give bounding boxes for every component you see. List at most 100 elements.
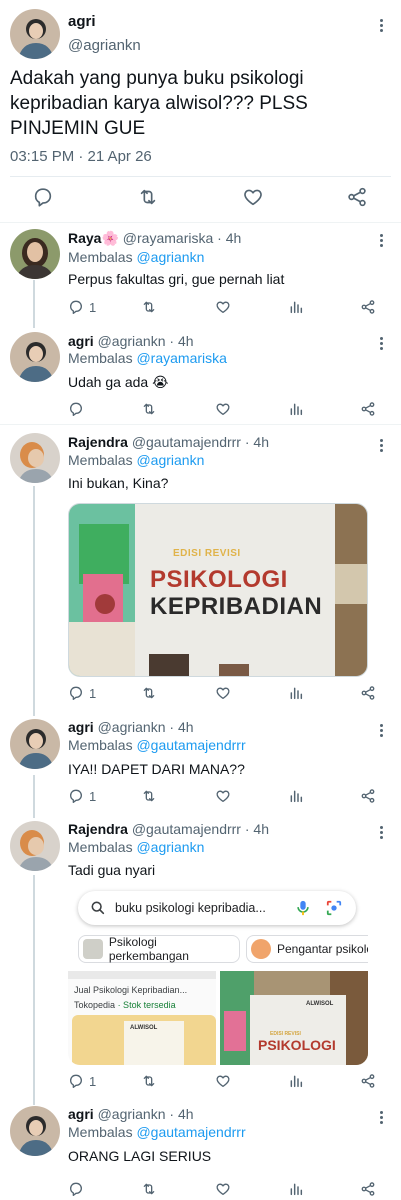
replying-label: Membalas [68,839,137,855]
avatar[interactable] [10,1106,60,1156]
avatar[interactable] [10,433,60,483]
more-icon[interactable] [380,437,383,454]
share-icon[interactable] [360,1073,376,1089]
tweet-actions: 1 [68,788,383,806]
heart-icon[interactable] [215,685,231,701]
reply-button[interactable]: 1 [68,299,96,315]
reply-icon[interactable] [68,1181,84,1197]
more-icon[interactable] [380,1109,383,1126]
tweet-time[interactable]: · 4h [169,333,193,349]
heart-icon[interactable] [215,1181,231,1197]
author-name[interactable]: agri [68,333,94,349]
result-image: ALWISOL [72,1015,216,1065]
more-icon[interactable] [380,335,383,352]
reply-count: 1 [89,685,97,701]
share-icon[interactable] [360,788,376,804]
author-handle[interactable]: @agriankn [98,719,166,735]
views-icon[interactable] [288,1181,304,1197]
heart-icon[interactable] [215,1073,231,1089]
retweet-icon[interactable] [141,1181,157,1197]
retweet-icon[interactable] [141,299,157,315]
replying-label: Membalas [68,350,137,366]
reply-icon [70,1074,82,1088]
avatar[interactable] [10,9,60,59]
tweet-photo[interactable]: buku psikologi kepribadia... Psikologi p… [68,885,368,1065]
reply-icon[interactable] [32,186,54,208]
tweet-time[interactable]: · 4h [245,821,269,837]
tweet-text: IYA!! DAPET DARI MANA?? [68,761,245,777]
tweet-time[interactable]: · 4h [169,1106,193,1122]
author-name[interactable]: agri [68,13,96,30]
heart-icon[interactable] [215,401,231,417]
share-icon[interactable] [360,401,376,417]
tweet-time[interactable]: · 4h [217,230,241,246]
replying-label: Membalas [68,1124,137,1140]
thread-line [33,775,35,818]
author-name[interactable]: Rajendra [68,821,128,837]
share-icon[interactable] [360,685,376,701]
avatar[interactable] [10,821,60,871]
reply-button[interactable]: 1 [68,1073,96,1089]
author-handle[interactable]: @agriankn [68,37,141,54]
thread-line [33,280,35,328]
views-icon[interactable] [288,1073,304,1089]
heart-icon[interactable] [215,788,231,804]
retweet-icon[interactable] [141,401,157,417]
mention-link[interactable]: @gautamajendrrr [136,1124,245,1140]
author-handle[interactable]: @gautamajendrrr [132,821,241,837]
mention-link[interactable]: @agriankn [136,839,204,855]
retweet-icon[interactable] [137,186,159,208]
author-handle[interactable]: @agriankn [98,1106,166,1122]
more-icon[interactable] [380,232,383,249]
reply-count: 1 [89,1073,97,1089]
share-icon[interactable] [360,299,376,315]
tweet-time[interactable]: · 4h [245,434,269,450]
reply-count: 1 [89,788,97,804]
heart-icon[interactable] [215,299,231,315]
heart-icon[interactable] [242,186,264,208]
retweet-icon[interactable] [141,685,157,701]
tweet-text: Udah ga ada 😭 [68,374,169,390]
retweet-icon[interactable] [141,788,157,804]
mention-link[interactable]: @rayamariska [136,350,226,366]
author-handle[interactable]: @rayamariska [123,230,213,246]
author-handle[interactable]: @agriankn [98,333,166,349]
result-card: ALWISOL EDISI REVISI PSIKOLOGI [220,971,368,1065]
tweet-actions: 1 [68,1073,383,1091]
mention-link[interactable]: @agriankn [136,452,204,468]
retweet-icon[interactable] [141,1073,157,1089]
views-icon[interactable] [288,685,304,701]
more-icon[interactable] [380,824,383,841]
search-query: buku psikologi kepribadia... [115,901,266,915]
views-icon[interactable] [288,299,304,315]
author-name[interactable]: agri [68,1106,94,1122]
share-icon[interactable] [360,1181,376,1197]
more-icon[interactable] [380,17,383,34]
author-handle[interactable]: @gautamajendrrr [132,434,241,450]
book-title-line-1: PSIKOLOGI [150,566,288,593]
avatar[interactable] [10,229,60,279]
tweet-text: Perpus fakultas gri, gue pernah liat [68,271,285,287]
more-icon[interactable] [380,722,383,739]
reply-icon[interactable] [68,401,84,417]
tweet-timestamp[interactable]: 03:15 PM · 21 Apr 26 [10,148,152,165]
search-icon [91,901,105,915]
author-name[interactable]: Rajendra [68,434,128,450]
mention-link[interactable]: @agriankn [136,249,204,265]
views-icon[interactable] [288,788,304,804]
avatar[interactable] [10,719,60,769]
author-name[interactable]: agri [68,719,94,735]
tweet-actions [68,401,383,419]
result-book-author: ALWISOL [306,1001,334,1007]
reply-button[interactable]: 1 [68,685,96,701]
views-icon[interactable] [288,401,304,417]
share-icon[interactable] [346,186,368,208]
mention-link[interactable]: @gautamajendrrr [136,737,245,753]
suggestion-chip: Pengantar psikolo [246,935,368,963]
avatar[interactable] [10,332,60,382]
tweet-text: Tadi gua nyari [68,862,156,878]
author-name[interactable]: Raya🌸 [68,230,119,246]
tweet-time[interactable]: · 4h [169,719,193,735]
divider [0,424,401,425]
reply-button[interactable]: 1 [68,788,96,804]
